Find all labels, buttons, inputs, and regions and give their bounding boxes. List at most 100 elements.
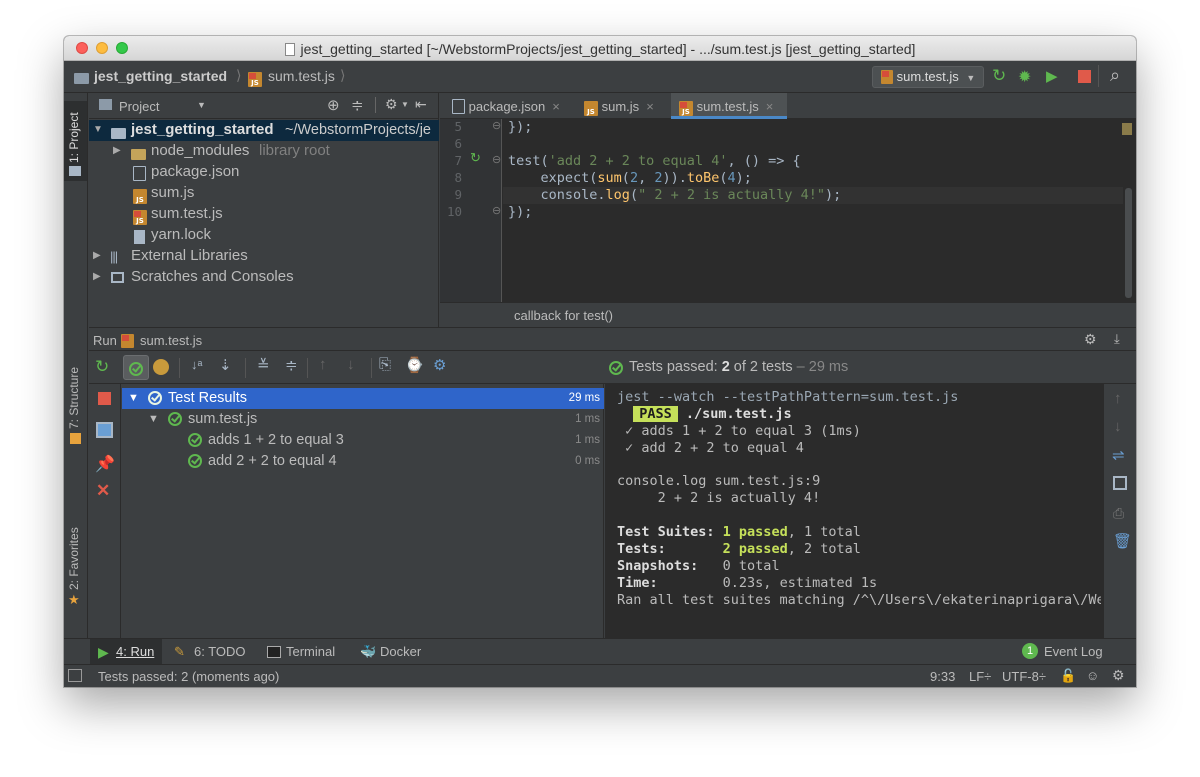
show-ignored-icon[interactable] [153, 359, 169, 375]
expand-all-icon[interactable]: ≚ [257, 356, 270, 374]
nav-project[interactable]: jest_getting_started [94, 68, 227, 84]
next-failed-icon[interactable]: ↓ [347, 356, 355, 373]
scroll-to-end-icon[interactable] [1113, 476, 1127, 490]
lock-icon[interactable]: 🔓 [1060, 668, 1076, 684]
sort-alpha-icon[interactable]: ↓ᵃ [191, 357, 202, 372]
gear-icon[interactable]: ⚙ [385, 96, 398, 113]
gear-icon[interactable]: ⚙ [433, 356, 446, 374]
document-icon [284, 43, 295, 56]
tab-docker[interactable]: Docker [380, 644, 421, 659]
stop-icon[interactable] [98, 392, 111, 405]
tab-structure[interactable]: 7: Structure [67, 367, 81, 429]
nav-file[interactable]: sum.test.js [268, 68, 335, 84]
history-icon[interactable]: ⌚ [405, 356, 424, 374]
tab-sum-test-js[interactable]: JS sum.test.js × [671, 93, 787, 119]
tree-item-root[interactable]: ▼ jest_getting_started ~/WebstormProject… [89, 120, 439, 141]
folder-icon [111, 128, 126, 139]
fold-icon[interactable]: ⊖ [492, 204, 501, 217]
caret-position[interactable]: 9:33 [930, 669, 955, 684]
close-icon[interactable]: × [766, 99, 774, 114]
result-row-suite[interactable]: ▼ sum.test.js 1 ms [122, 409, 604, 430]
result-row-test-1[interactable]: adds 1 + 2 to equal 3 1 ms [122, 430, 604, 451]
code-line-9[interactable]: console.log(" 2 + 2 is actually 4!"); [508, 187, 842, 203]
line-separator[interactable]: LF÷ [969, 669, 991, 684]
settings-icon[interactable]: ⚙ [1112, 667, 1125, 684]
tab-project[interactable]: 1: Project [67, 112, 81, 163]
tree-item-node-modules[interactable]: ▶ node_modules library root [89, 141, 439, 162]
tab-run[interactable]: 4: Run [116, 644, 154, 659]
play-icon: ▶ [98, 644, 109, 660]
tab-todo[interactable]: 6: TODO [194, 644, 246, 659]
locate-icon[interactable]: ⊕ [327, 96, 340, 114]
coverage-icon[interactable]: ▶ [1046, 67, 1058, 85]
toggle-panels-icon[interactable] [68, 669, 82, 682]
close-icon[interactable]: ✕ [96, 481, 110, 501]
soft-wrap-icon[interactable]: ⇌ [1112, 446, 1125, 464]
editor-scrollbar[interactable] [1125, 188, 1132, 298]
tree-item-sum-js[interactable]: JS sum.js [89, 183, 439, 204]
layout-icon[interactable] [96, 422, 113, 438]
toolbar-divider [375, 97, 376, 113]
rerun-icon[interactable]: ↻ [992, 66, 1006, 86]
editor-breadcrumb[interactable]: callback for test() [440, 302, 1136, 327]
debug-icon[interactable]: ✹ [1018, 67, 1031, 87]
close-icon[interactable]: × [552, 99, 560, 114]
hide-panel-icon[interactable]: ⤓ [1114, 331, 1120, 347]
tree-item-package-json[interactable]: package.json [89, 162, 439, 183]
up-arrow-icon[interactable]: ↑ [1114, 390, 1122, 407]
export-icon[interactable]: ⎘ [379, 356, 391, 373]
project-view-selector[interactable]: Project [119, 99, 159, 114]
sort-duration-icon[interactable]: ⇣ [219, 356, 232, 374]
collapse-all-icon[interactable]: ≑ [351, 96, 364, 114]
down-arrow-icon[interactable]: ↓ [1114, 418, 1122, 435]
gear-icon[interactable]: ⚙ [1084, 331, 1097, 348]
search-icon[interactable]: ⌕ [1110, 65, 1120, 86]
tab-favorites[interactable]: 2: Favorites [67, 527, 81, 590]
run-console[interactable]: jest --watch --testPathPattern=sum.test.… [605, 384, 1103, 638]
run-config-selector[interactable]: sum.test.js ▼ [872, 66, 984, 88]
library-icon: ||| [110, 249, 118, 264]
test-results-tree: ▼ Test Results 29 ms ▼ sum.test.js 1 ms … [122, 384, 604, 638]
fold-icon[interactable]: ⊖ [492, 153, 501, 166]
code-line-5[interactable]: }); [508, 119, 532, 135]
tree-item-sum-test-js[interactable]: JS sum.test.js [89, 204, 439, 225]
code-line-10[interactable]: }); [508, 204, 532, 220]
pin-icon[interactable]: 📌 [95, 454, 115, 474]
folder-icon [74, 73, 89, 84]
stop-icon[interactable] [1078, 70, 1091, 83]
inspector-icon[interactable]: ☺ [1086, 668, 1099, 683]
result-row-root[interactable]: ▼ Test Results 29 ms [122, 388, 604, 409]
tab-terminal[interactable]: Terminal [286, 644, 335, 659]
project-tab-icon [69, 166, 81, 176]
js-file-icon: JS [133, 189, 147, 204]
close-icon[interactable]: × [646, 99, 654, 114]
tree-item-scratches[interactable]: ▶ Scratches and Consoles [89, 267, 439, 288]
inspection-marker-icon[interactable] [1122, 123, 1132, 135]
tree-item-yarn-lock[interactable]: yarn.lock [89, 225, 439, 246]
prev-failed-icon[interactable]: ↑ [319, 356, 327, 373]
hide-pane-icon[interactable]: ⇤ [415, 96, 427, 113]
collapse-all-icon[interactable]: ≑ [285, 356, 298, 374]
rerun-icon[interactable]: ↻ [95, 357, 109, 377]
trash-icon[interactable]: 🗑 [1113, 532, 1132, 550]
tab-event-log[interactable]: Event Log [1044, 644, 1103, 659]
fold-icon[interactable]: ⊖ [492, 119, 501, 132]
print-icon[interactable]: ⎙ [1113, 505, 1124, 522]
code-line-7[interactable]: test('add 2 + 2 to equal 4', () => { [508, 153, 801, 169]
file-encoding[interactable]: UTF-8÷ [1002, 669, 1046, 684]
toolbar-divider [1098, 65, 1099, 87]
run-test-gutter-icon[interactable]: ↻ [470, 150, 481, 166]
expanded-arrow-icon: ▼ [128, 392, 139, 404]
text-file-icon [134, 230, 145, 244]
chevron-down-icon[interactable]: ▼ [197, 100, 206, 110]
code-line-8[interactable]: expect(sum(2, 2)).toBe(4); [508, 170, 752, 186]
line-number: 8 [454, 170, 462, 185]
line-number: 6 [454, 136, 462, 151]
console-log-head: console.log sum.test.js:9 [617, 473, 821, 489]
run-config-tab[interactable]: sum.test.js [140, 333, 202, 348]
tab-sum-js[interactable]: JS sum.js × [576, 93, 666, 119]
tree-item-external-libraries[interactable]: ▶ ||| External Libraries [89, 246, 439, 267]
tab-package-json[interactable]: package.json × [444, 93, 570, 119]
chevron-down-icon[interactable]: ▼ [401, 100, 409, 109]
result-row-test-2[interactable]: add 2 + 2 to equal 4 0 ms [122, 451, 604, 472]
